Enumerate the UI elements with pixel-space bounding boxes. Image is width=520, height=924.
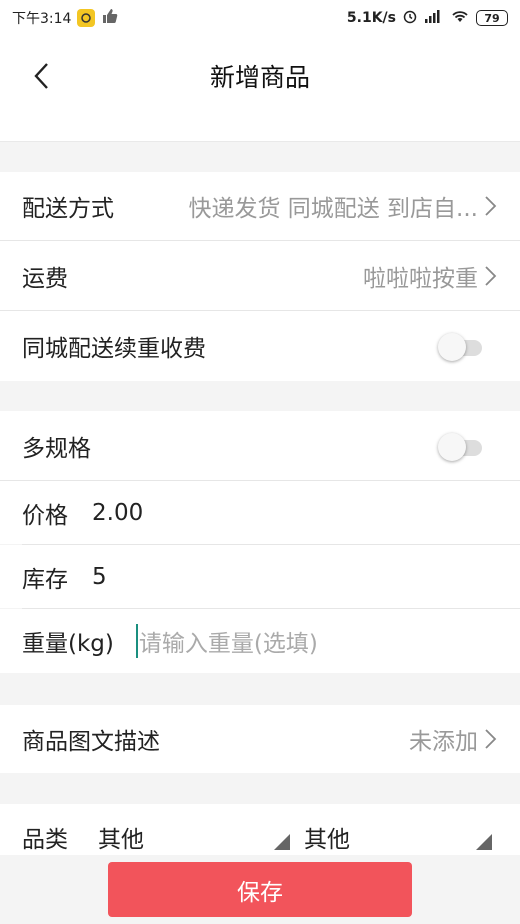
price-label: 价格 — [22, 502, 68, 529]
dropdown-corner-icon — [476, 834, 492, 850]
shipping-fee-row[interactable]: 运费 啦啦啦按重 — [0, 241, 520, 310]
description-value: 未添加 — [409, 729, 478, 755]
save-button[interactable]: 保存 — [108, 862, 412, 917]
chevron-right-icon — [485, 196, 497, 216]
status-time: 下午3:14 — [12, 11, 72, 27]
price-input[interactable]: 2.00 — [92, 500, 143, 526]
chevron-right-icon — [485, 265, 497, 286]
multi-spec-row: 多规格 — [0, 411, 520, 480]
status-bar: 下午3:14 5.1K/s 79 — [0, 0, 520, 36]
city-weight-fee-label: 同城配送续重收费 — [22, 336, 206, 362]
weight-label: 重量(kg) — [22, 631, 114, 657]
category-select-2[interactable]: 其他 — [304, 820, 350, 854]
chevron-right-icon — [485, 729, 497, 749]
city-weight-fee-row: 同城配送续重收费 — [0, 311, 520, 381]
battery-indicator: 79 — [476, 10, 508, 26]
stock-row: 库存 5 — [0, 545, 520, 608]
stock-label: 库存 — [22, 566, 68, 593]
network-speed: 5.1K/s — [346, 10, 396, 26]
shipping-fee-label: 运费 — [22, 265, 68, 292]
category-row: 品类 其他 其他 — [0, 804, 520, 855]
category-select-1[interactable]: 其他 — [98, 820, 144, 854]
status-left: 下午3:14 — [12, 7, 119, 29]
shipping-fee-value: 啦啦啦按重 — [363, 265, 478, 292]
thumbs-up-icon — [101, 7, 119, 29]
multi-spec-toggle[interactable] — [438, 431, 484, 461]
text-cursor — [135, 624, 138, 658]
clipped-row — [0, 116, 520, 142]
category-label: 品类 — [22, 827, 68, 853]
delivery-method-value: 快递发货 同城配送 到店自... — [188, 196, 478, 222]
signal-icon — [424, 9, 444, 27]
bottom-bar: 保存 — [0, 855, 520, 924]
description-label: 商品图文描述 — [22, 729, 160, 755]
stock-input[interactable]: 5 — [92, 564, 107, 590]
back-button[interactable] — [26, 60, 58, 92]
city-weight-fee-toggle[interactable] — [438, 331, 484, 361]
status-right: 5.1K/s 79 — [347, 8, 508, 28]
weight-row: 重量(kg) 请输入重量(选填) — [0, 609, 520, 673]
delivery-method-label: 配送方式 — [22, 196, 114, 222]
notification-app-icon — [77, 9, 96, 27]
multi-spec-label: 多规格 — [22, 435, 91, 462]
chevron-left-icon — [34, 63, 48, 89]
nav-bar: 新增商品 — [0, 36, 520, 116]
wifi-icon — [450, 9, 470, 27]
dropdown-corner-icon — [274, 834, 290, 850]
page-title: 新增商品 — [209, 63, 310, 92]
delivery-method-row[interactable]: 配送方式 快递发货 同城配送 到店自... — [0, 172, 520, 240]
alarm-icon — [402, 8, 418, 28]
description-row[interactable]: 商品图文描述 未添加 — [0, 705, 520, 773]
weight-input[interactable]: 请输入重量(选填) — [139, 624, 318, 658]
price-row: 价格 2.00 — [0, 481, 520, 544]
